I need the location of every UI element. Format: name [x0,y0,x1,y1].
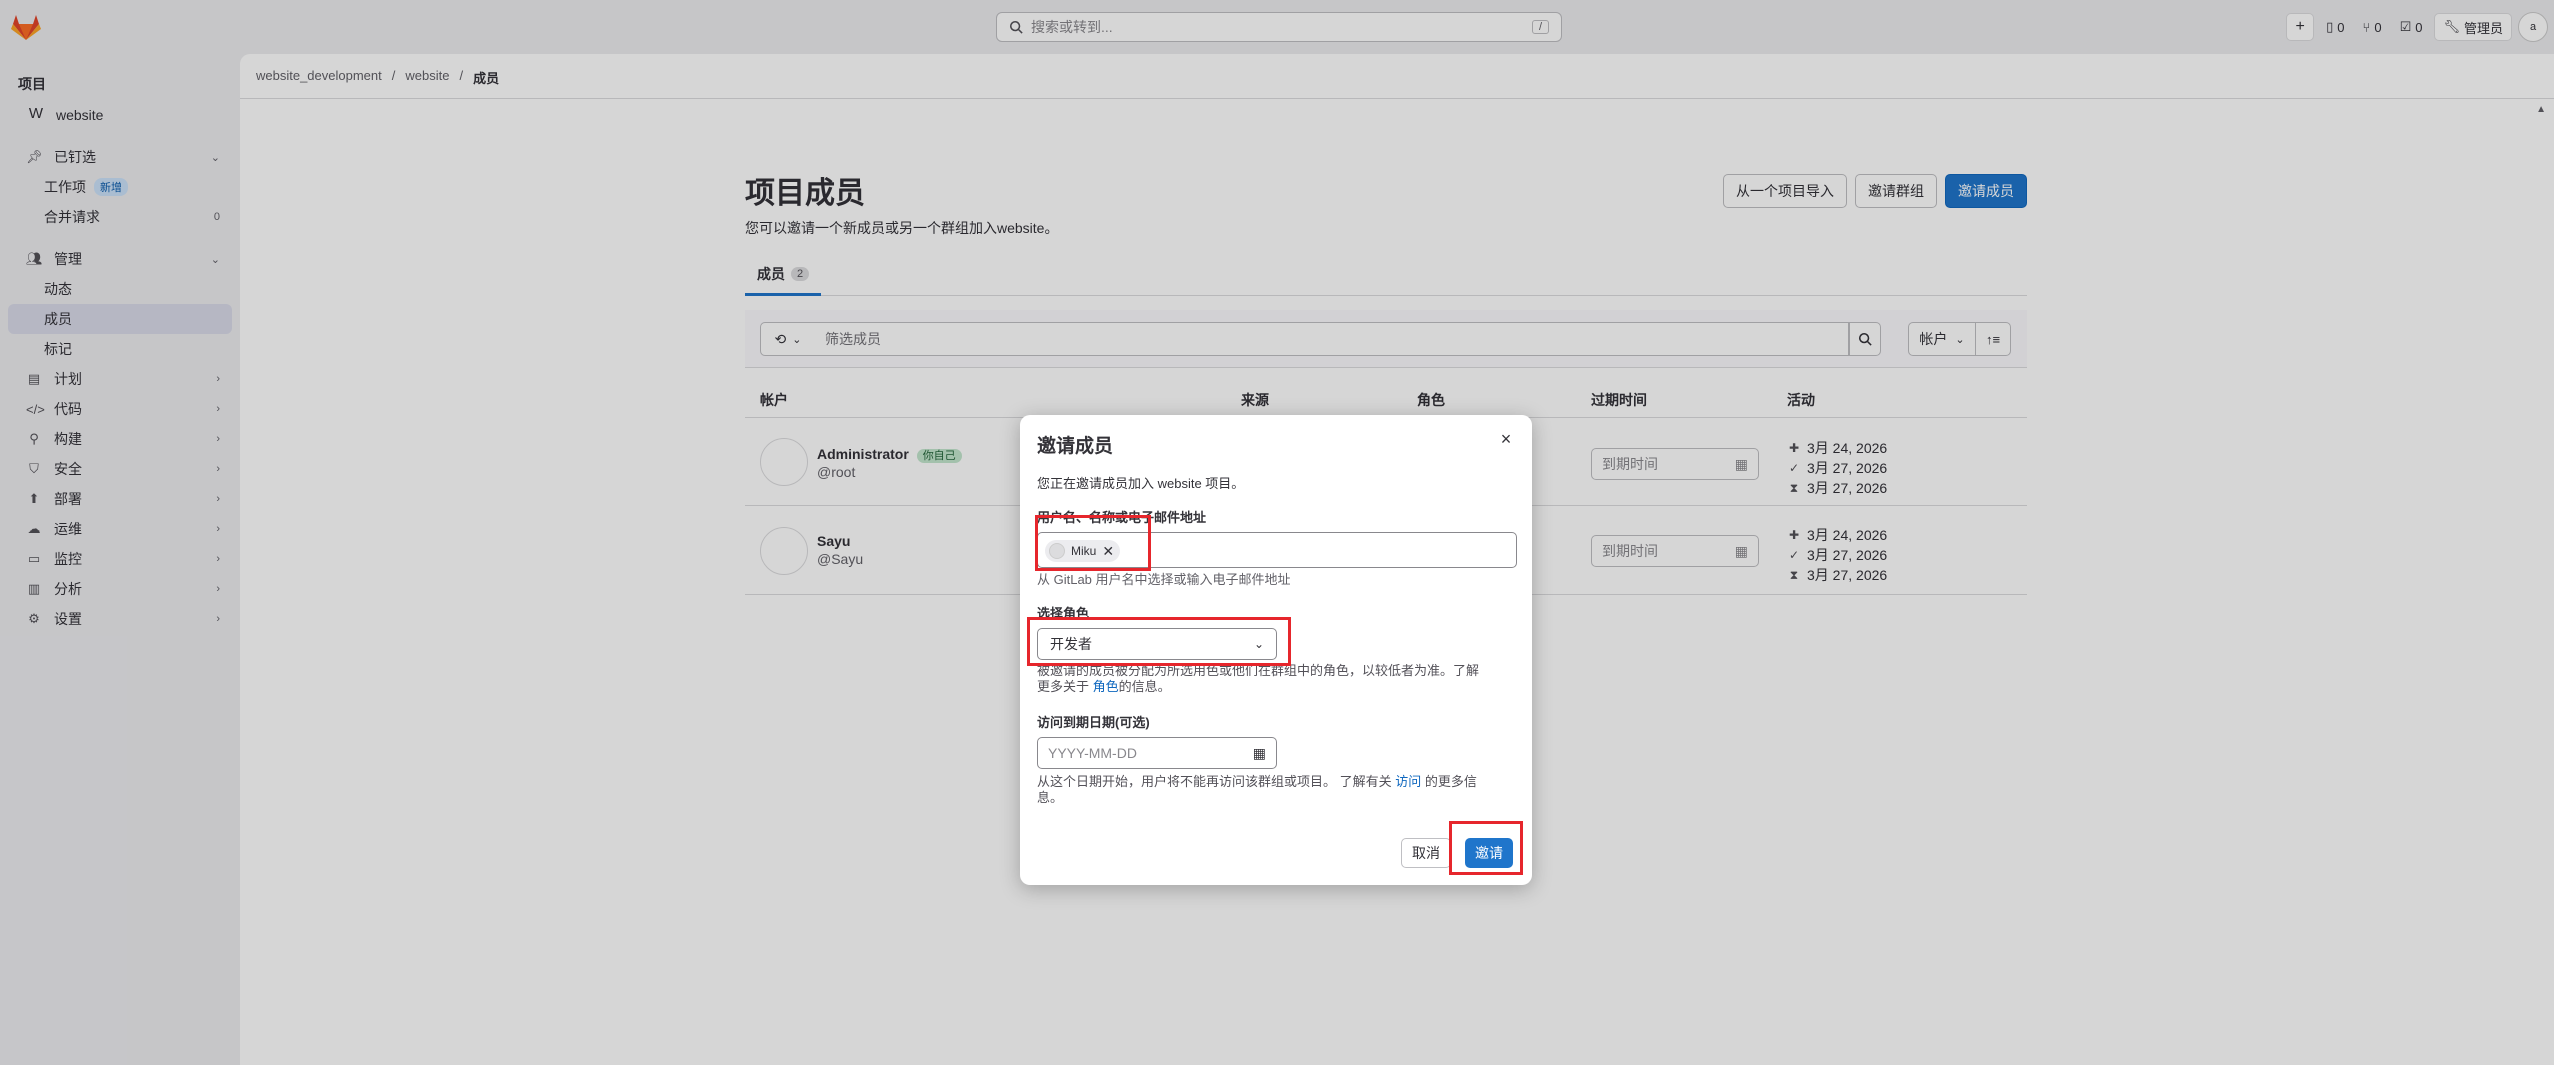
user-field-help: 从 GitLab 用户名中选择或输入电子邮件地址 [1037,572,1291,587]
highlight-user-token [1035,515,1151,571]
role-help-prefix: 更多关于 [1037,679,1090,694]
highlight-invite-button [1449,821,1523,875]
highlight-role-select [1027,617,1291,666]
expiration-help-line2: 息。 [1037,790,1064,805]
access-expiration-input[interactable]: YYYY-MM-DD ▦ [1037,737,1277,769]
expiration-label: 访问到期日期(可选) [1037,715,1150,730]
expiration-help-line1: 从这个日期开始，用户将不能再访问该群组或项目。 了解有关 访问 的更多信 [1037,774,1477,790]
role-help-suffix: 的信息。 [1118,679,1171,694]
role-help-line2: 更多关于 角色的信息。 [1037,679,1479,695]
expiration-help-suffix: 的更多信 [1424,774,1477,789]
role-help: 被邀请的成员被分配为所选用色或他们在群组中的角色，以较低者为准。了解 更多关于 … [1037,663,1479,695]
calendar-icon: ▦ [1252,744,1266,761]
date-placeholder: YYYY-MM-DD [1048,745,1137,761]
close-icon[interactable]: × [1494,429,1518,453]
cancel-button[interactable]: 取消 [1401,838,1451,868]
modal-title: 邀请成员 [1037,436,1114,457]
expiration-help: 从这个日期开始，用户将不能再访问该群组或项目。 了解有关 访问 的更多信 息。 [1037,774,1477,806]
role-help-link[interactable]: 角色 [1093,679,1119,694]
modal-description: 您正在邀请成员加入 website 项目。 [1037,476,1245,491]
expiration-help-link[interactable]: 访问 [1395,774,1421,789]
expiration-help-prefix: 从这个日期开始，用户将不能再访问该群组或项目。 了解有关 [1037,774,1392,789]
